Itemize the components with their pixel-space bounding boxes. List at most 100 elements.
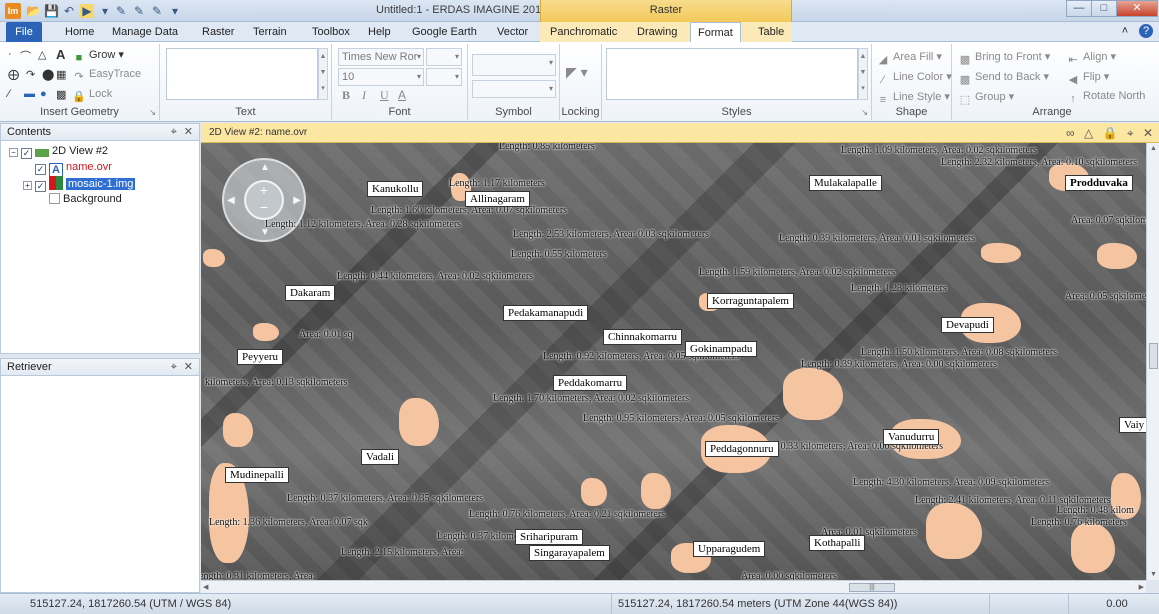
place-label[interactable]: Peddakomarru bbox=[553, 375, 628, 391]
arc-icon[interactable]: ⌒ bbox=[20, 48, 31, 64]
customize-qat-icon[interactable]: ▾ bbox=[168, 4, 182, 18]
image-icon[interactable]: ▦ bbox=[56, 68, 66, 81]
tab-terrain[interactable]: Terrain bbox=[246, 22, 294, 42]
place-label[interactable]: Peyyeru bbox=[237, 349, 284, 365]
place-label[interactable]: Peddagonnuru bbox=[705, 441, 779, 457]
close-icon[interactable]: ✕ bbox=[184, 124, 193, 140]
collapse-ribbon-icon[interactable]: ˄ bbox=[1118, 24, 1132, 38]
save-icon[interactable]: 💾 bbox=[44, 4, 59, 18]
place-label[interactable]: Kothapalli bbox=[809, 535, 866, 551]
app-logo-icon[interactable]: Im bbox=[5, 3, 21, 19]
pencil-icon[interactable]: ✎ bbox=[150, 4, 164, 18]
send-to-back-button[interactable]: ▩ Send to Back ▾ bbox=[958, 70, 1049, 87]
pan-up-icon[interactable]: ▲ bbox=[260, 162, 270, 173]
polygon-icon[interactable]: △ bbox=[38, 48, 46, 61]
dialog-launcher-icon[interactable]: ↘ bbox=[861, 108, 868, 117]
italic-button[interactable]: I bbox=[362, 88, 366, 103]
rectangle-icon[interactable]: ▬ bbox=[24, 88, 35, 100]
tab-home[interactable]: Home bbox=[58, 22, 101, 42]
group-button[interactable]: ⬚ Group ▾ bbox=[958, 90, 1014, 107]
pan-right-icon[interactable]: ▶ bbox=[293, 195, 301, 206]
font-extra-select[interactable]: ▾ bbox=[426, 68, 462, 86]
ellipse-icon[interactable]: ⬤ bbox=[42, 68, 54, 81]
select-icon[interactable]: ▶ bbox=[80, 4, 94, 18]
styles-gallery-scroll[interactable]: ▲ ▼ ▾ bbox=[858, 48, 868, 100]
place-label[interactable]: Vanudurru bbox=[883, 429, 940, 445]
tab-table[interactable]: Table bbox=[751, 22, 791, 42]
line-style-button[interactable]: ≡ Line Style ▾ bbox=[876, 90, 950, 107]
dropdown-icon[interactable]: ▾ bbox=[98, 4, 112, 18]
close-icon[interactable]: ✕ bbox=[184, 359, 193, 375]
pin-icon[interactable]: ⌖ bbox=[171, 359, 177, 375]
warning-icon[interactable]: △ bbox=[1084, 126, 1093, 140]
text-tool-icon[interactable]: A bbox=[56, 47, 65, 62]
bring-to-front-button[interactable]: ▩ Bring to Front ▾ bbox=[958, 50, 1050, 67]
zoom-control[interactable]: + − bbox=[244, 180, 284, 220]
dialog-launcher-icon[interactable]: ↘ bbox=[149, 108, 156, 117]
scroll-up-icon[interactable]: ▲ bbox=[1150, 145, 1157, 152]
pencil-icon[interactable]: ✎ bbox=[114, 4, 128, 18]
place-label[interactable]: Chinnakomarru bbox=[603, 329, 683, 345]
undo-icon[interactable]: ↶ bbox=[62, 4, 76, 18]
place-label[interactable]: Mudinepalli bbox=[225, 467, 289, 483]
tab-panchromatic[interactable]: Panchromatic bbox=[543, 22, 624, 42]
place-label[interactable]: Allinagaram bbox=[465, 191, 530, 207]
lock-toggle-icon[interactable]: ◤ ▾ bbox=[566, 64, 588, 81]
polyline-icon[interactable]: ↷ bbox=[26, 68, 35, 81]
place-label[interactable]: Devapudi bbox=[941, 317, 994, 333]
place-label[interactable]: Sriharipuram bbox=[515, 529, 584, 545]
map-canvas[interactable]: + − ▲ ▼ ◀ ▶ Length: 1.17 kilometers Lengt… bbox=[201, 143, 1146, 580]
tree-item-mosaic[interactable]: + ✓ mosaic-1.img bbox=[23, 176, 136, 192]
tab-file[interactable]: File bbox=[6, 22, 42, 42]
place-label[interactable]: Mulakalapalle bbox=[809, 175, 882, 191]
grow-button[interactable]: ■ Grow ▾ bbox=[72, 48, 124, 65]
tab-google-earth[interactable]: Google Earth bbox=[405, 22, 484, 42]
tab-vector[interactable]: Vector bbox=[490, 22, 535, 42]
point-icon[interactable]: ⨁ bbox=[8, 68, 19, 81]
scroll-down-icon[interactable]: ▼ bbox=[1150, 571, 1157, 578]
text-gallery-scroll[interactable]: ▲ ▼ ▾ bbox=[318, 48, 328, 100]
pan-left-icon[interactable]: ◀ bbox=[227, 195, 235, 206]
maximize-button[interactable]: □ bbox=[1091, 0, 1117, 17]
close-button[interactable]: ✕ bbox=[1116, 0, 1158, 17]
place-label[interactable]: Pedakamanapudi bbox=[503, 305, 589, 321]
tree-item-background[interactable]: Background bbox=[49, 192, 122, 206]
font-style-select[interactable]: ▾ bbox=[426, 48, 462, 66]
easytrace-button[interactable]: ↷ EasyTrace bbox=[72, 68, 141, 84]
font-color-button[interactable]: A bbox=[398, 88, 406, 102]
scroll-thumb[interactable]: ||| bbox=[849, 583, 895, 592]
symbol-select[interactable]: ▾ bbox=[472, 54, 556, 76]
open-icon[interactable]: 📂 bbox=[26, 4, 41, 18]
horizontal-scrollbar[interactable]: ◀ ||| ▶ bbox=[201, 580, 1146, 593]
grid-icon[interactable]: ▩ bbox=[56, 88, 66, 101]
place-label[interactable]: Vadali bbox=[361, 449, 400, 465]
scroll-left-icon[interactable]: ◀ bbox=[203, 583, 208, 591]
line-icon[interactable]: ∕ bbox=[8, 88, 10, 100]
close-icon[interactable]: ✕ bbox=[1143, 126, 1153, 140]
flip-button[interactable]: ◀ Flip ▾ bbox=[1066, 70, 1110, 87]
place-label[interactable]: Vaiy bbox=[1119, 417, 1146, 433]
place-label[interactable]: Dakaram bbox=[285, 285, 336, 301]
tree-item-2d-view[interactable]: − ✓ 2D View #2 bbox=[9, 144, 108, 159]
scroll-thumb[interactable] bbox=[1149, 343, 1158, 369]
tab-manage-data[interactable]: Manage Data bbox=[105, 22, 185, 42]
pin-icon[interactable]: ⌖ bbox=[1127, 126, 1134, 140]
pencil-icon[interactable]: ✎ bbox=[132, 4, 146, 18]
collapse-icon[interactable]: − bbox=[9, 148, 18, 157]
expand-icon[interactable]: + bbox=[23, 181, 32, 190]
place-label[interactable]: Gokinampadu bbox=[685, 341, 758, 357]
lock-button[interactable]: 🔒 Lock bbox=[72, 88, 112, 104]
place-label[interactable]: Prodduvaka bbox=[1065, 175, 1133, 191]
symbol-size-select[interactable]: ▾ bbox=[472, 80, 556, 98]
minimize-button[interactable]: — bbox=[1066, 0, 1092, 17]
tab-toolbox[interactable]: Toolbox bbox=[305, 22, 357, 42]
scroll-right-icon[interactable]: ▶ bbox=[1139, 583, 1144, 591]
place-label[interactable]: Kanukollu bbox=[367, 181, 424, 197]
checkbox[interactable]: ✓ bbox=[35, 164, 46, 175]
font-family-select[interactable]: Times New Ror ▾ bbox=[338, 48, 424, 66]
pin-icon[interactable]: ⌖ bbox=[171, 124, 177, 140]
place-label[interactable]: Korraguntapalem bbox=[707, 293, 794, 309]
text-input-box[interactable] bbox=[166, 48, 318, 100]
tab-drawing[interactable]: Drawing bbox=[630, 22, 684, 42]
vertical-scrollbar[interactable]: ▲ ▼ bbox=[1146, 143, 1159, 580]
